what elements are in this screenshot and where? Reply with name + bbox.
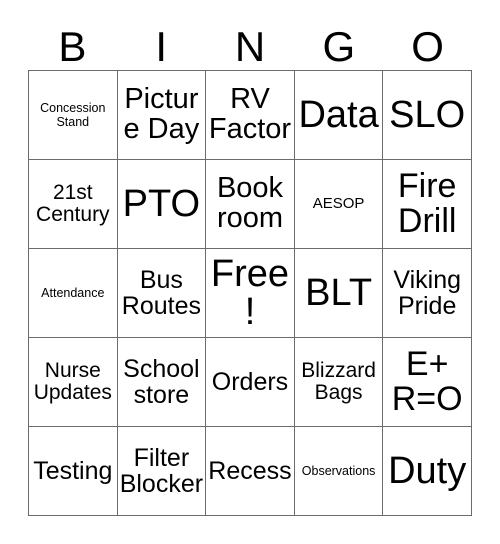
bingo-cell-label: Testing <box>33 457 113 485</box>
header-letter-g: G <box>322 23 356 70</box>
bingo-cell-label: Nurse Updates <box>33 358 112 404</box>
bingo-cell[interactable]: RV Factor <box>206 71 295 160</box>
bingo-cell-label: Concession Stand <box>40 101 106 129</box>
bingo-cell[interactable]: Bus Routes <box>117 249 207 338</box>
bingo-cell-label: Orders <box>211 368 289 396</box>
bingo-header-row: B I N G O <box>28 14 472 70</box>
bingo-cell-label: Filter Blocker <box>119 444 204 498</box>
bingo-cell-label: Picture Day <box>123 83 200 145</box>
bingo-cell-label: RV Factor <box>208 83 292 145</box>
bingo-cell-label: E+ R=O <box>391 345 463 418</box>
bingo-cell-label: Observations <box>301 464 376 478</box>
bingo-cell-label: Data <box>298 94 379 136</box>
bingo-cell[interactable]: 21st Century <box>29 160 118 249</box>
bingo-cell[interactable]: BLT <box>294 249 384 338</box>
bingo-cell-label: AESOP <box>312 194 365 212</box>
bingo-cell[interactable]: School store <box>117 338 207 427</box>
bingo-cell[interactable]: SLO <box>383 71 472 160</box>
bingo-cell-label: Bus Routes <box>121 266 201 320</box>
bingo-cell-label: Duty <box>388 450 467 492</box>
bingo-cell-label: School store <box>123 355 200 409</box>
bingo-cell-label: Blizzard Bags <box>301 358 376 404</box>
bingo-grid: Concession Stand Picture Day RV Factor Data… <box>28 70 472 516</box>
bingo-cell[interactable]: Filter Blocker <box>117 427 207 516</box>
bingo-cell-label: SLO <box>389 94 466 136</box>
bingo-cell[interactable]: E+ R=O <box>383 338 472 427</box>
bingo-cell[interactable]: Viking Pride <box>383 249 472 338</box>
bingo-cell-label: 21st Century <box>36 180 110 226</box>
bingo-cell-label: Recess <box>208 457 292 485</box>
bingo-cell[interactable]: Recess <box>206 427 295 516</box>
bingo-cell-label: Book room <box>216 172 284 234</box>
bingo-cell[interactable]: Nurse Updates <box>29 338 118 427</box>
bingo-cell[interactable]: Fire Drill <box>383 160 472 249</box>
bingo-cell-label: Free! <box>210 253 290 333</box>
header-letter-n: N <box>234 23 266 70</box>
bingo-cell-label: BLT <box>305 272 373 314</box>
header-letter-o: O <box>411 23 444 70</box>
bingo-cell[interactable]: Picture Day <box>117 71 207 160</box>
bingo-cell-label: Fire Drill <box>397 167 457 240</box>
bingo-card: B I N G O Concession Stand Picture Day RV … <box>28 14 472 516</box>
bingo-cell[interactable]: Attendance <box>29 249 118 338</box>
header-letter-i: I <box>155 23 168 70</box>
bingo-cell[interactable]: Orders <box>206 338 295 427</box>
bingo-cell[interactable]: Data <box>294 71 384 160</box>
bingo-cell[interactable]: Testing <box>29 427 118 516</box>
bingo-free-space[interactable]: Free! <box>206 249 295 338</box>
bingo-cell[interactable]: Blizzard Bags <box>294 338 384 427</box>
bingo-cell[interactable]: Book room <box>206 160 295 249</box>
bingo-cell[interactable]: Duty <box>383 427 472 516</box>
bingo-cell[interactable]: PTO <box>117 160 207 249</box>
bingo-cell-label: PTO <box>122 183 201 225</box>
bingo-cell-label: Attendance <box>41 286 105 300</box>
bingo-cell-label: Viking Pride <box>393 266 461 320</box>
bingo-cell[interactable]: Concession Stand <box>29 71 118 160</box>
header-letter-b: B <box>58 23 87 70</box>
bingo-cell[interactable]: AESOP <box>294 160 384 249</box>
bingo-cell[interactable]: Observations <box>294 427 384 516</box>
